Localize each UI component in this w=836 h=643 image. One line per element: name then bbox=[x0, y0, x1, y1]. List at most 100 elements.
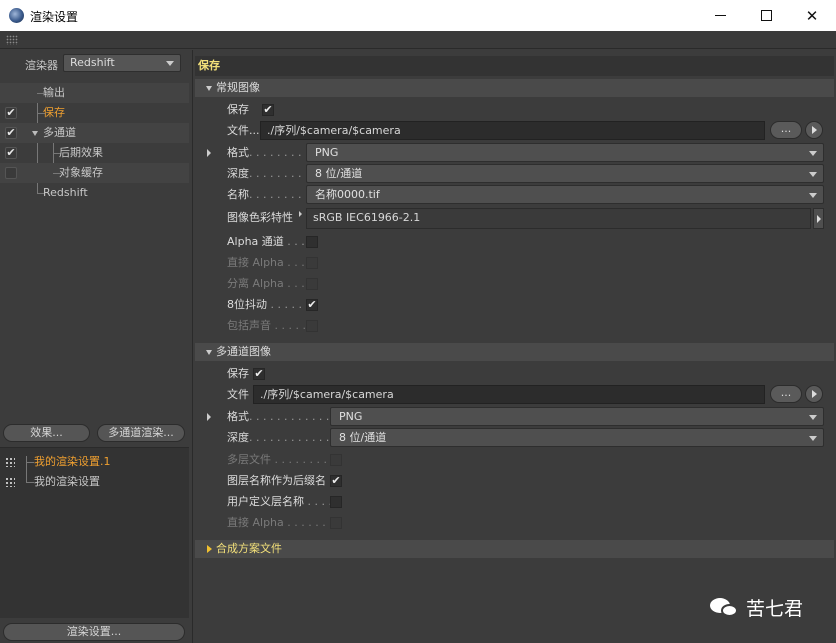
watermark-text: 苦七君 bbox=[746, 597, 804, 620]
grip-icon[interactable] bbox=[6, 35, 18, 45]
multipass-user-layer-row: 用户定义层名称 . . . . bbox=[193, 491, 833, 512]
minimize-icon[interactable] bbox=[697, 0, 743, 31]
section-title: 多通道图像 bbox=[216, 345, 271, 358]
collapse-triangle-icon[interactable] bbox=[206, 86, 212, 91]
field-label: 多层文件 . . . . . . . . . bbox=[227, 453, 334, 466]
tree-connector bbox=[26, 482, 34, 483]
multipass-file-arrow-button[interactable] bbox=[805, 385, 823, 403]
tree-item-output[interactable]: 输出 bbox=[0, 83, 189, 103]
multipass-render-button[interactable]: 多通道渲染... bbox=[97, 424, 185, 442]
alpha-channel-checkbox[interactable] bbox=[306, 236, 318, 248]
expand-triangle-icon[interactable] bbox=[32, 131, 38, 136]
field-label: Alpha 通道 . . . bbox=[227, 235, 305, 248]
regular-depth-dropdown[interactable]: 8 位/通道 bbox=[306, 164, 824, 183]
regular-file-path-input[interactable]: ./序列/$camera/$camera bbox=[260, 121, 765, 140]
tree-item-multipass[interactable]: ✔ 多通道 bbox=[0, 123, 189, 143]
tree-item-redshift[interactable]: Redshift bbox=[0, 183, 189, 203]
straight-alpha-checkbox[interactable] bbox=[306, 257, 318, 269]
field-label: 文件 bbox=[227, 388, 249, 401]
multipass-depth-dropdown[interactable]: 8 位/通道 bbox=[330, 428, 824, 447]
render-settings-button[interactable]: 渲染设置... bbox=[3, 623, 185, 641]
tree-item-checkbox[interactable]: ✔ bbox=[5, 107, 17, 119]
regular-alpha-row: Alpha 通道 . . . bbox=[193, 231, 833, 252]
layer-name-suffix-checkbox[interactable]: ✔ bbox=[330, 475, 342, 487]
tree-item-label: 输出 bbox=[43, 86, 65, 99]
multipass-file-path-input[interactable]: ./序列/$camera/$camera bbox=[253, 385, 765, 404]
regular-browse-button[interactable]: ... bbox=[770, 121, 802, 139]
regular-sound-row: 包括声音 . . . . . bbox=[193, 315, 833, 336]
tree-item-checkbox[interactable]: ✔ bbox=[5, 127, 17, 139]
render-setting-icon bbox=[5, 477, 15, 487]
right-panel: 保存 常规图像 保存 ✔ 文件... ./序列/$camera/$camera … bbox=[192, 50, 836, 643]
collapse-triangle-icon[interactable] bbox=[206, 350, 212, 355]
tree-item-post-effects[interactable]: ✔ 后期效果 bbox=[0, 143, 189, 163]
settings-tree: 输出 ✔ 保存 ✔ 多通道 ✔ 后期效果 对象缓存 Redshift bbox=[0, 83, 189, 203]
chevron-down-icon bbox=[166, 61, 174, 66]
field-label: 保存 bbox=[227, 103, 249, 116]
regular-file-arrow-button[interactable] bbox=[805, 121, 823, 139]
preset-item-my-render-settings-1[interactable]: 我的渲染设置.1 bbox=[0, 452, 189, 472]
close-icon[interactable]: ✕ bbox=[789, 0, 835, 31]
tree-item-checkbox[interactable] bbox=[5, 167, 17, 179]
regular-format-dropdown[interactable]: PNG bbox=[306, 143, 824, 162]
regular-color-profile-field[interactable]: sRGB IEC61966-2.1 bbox=[306, 208, 811, 229]
tree-connector bbox=[26, 456, 27, 483]
regular-name-dropdown[interactable]: 名称0000.tif bbox=[306, 185, 824, 204]
regular-depth-row: 深度. . . . . . . . . . . . 8 位/通道 bbox=[193, 163, 833, 184]
profile-expand-icon[interactable] bbox=[299, 211, 302, 217]
expand-triangle-icon[interactable] bbox=[207, 149, 211, 157]
user-layer-name-checkbox[interactable] bbox=[330, 496, 342, 508]
multipass-depth-row: 深度. . . . . . . . . . . . 8 位/通道 bbox=[193, 427, 833, 448]
multipass-save-checkbox[interactable]: ✔ bbox=[253, 368, 265, 380]
dither-checkbox[interactable]: ✔ bbox=[306, 299, 318, 311]
section-composite-header[interactable]: 合成方案文件 bbox=[195, 540, 834, 558]
multipass-browse-button[interactable]: ... bbox=[770, 385, 802, 403]
toolbar-grip-bar bbox=[0, 31, 836, 49]
tree-item-save[interactable]: ✔ 保存 bbox=[0, 103, 189, 123]
multipass-format-row: 格式. . . . . . . . . . . . PNG bbox=[193, 406, 833, 427]
section-title: 常规图像 bbox=[216, 81, 260, 94]
section-multipass-header[interactable]: 多通道图像 bbox=[195, 343, 834, 361]
render-setting-icon bbox=[5, 457, 15, 467]
multilayer-file-checkbox[interactable] bbox=[330, 454, 342, 466]
field-label: 图层名称作为后缀名 bbox=[227, 474, 326, 487]
tree-connector bbox=[26, 462, 34, 463]
field-label: 直接 Alpha . . . . . . . bbox=[227, 516, 333, 529]
regular-file-row: 文件... ./序列/$camera/$camera ... bbox=[193, 120, 833, 141]
renderer-dropdown[interactable]: Redshift bbox=[63, 54, 181, 72]
include-sound-checkbox[interactable] bbox=[306, 320, 318, 332]
regular-separate-alpha-row: 分离 Alpha . . . bbox=[193, 273, 833, 294]
tree-item-label: 多通道 bbox=[43, 126, 76, 139]
regular-format-row: 格式. . . . . . . . . . . . PNG bbox=[193, 142, 833, 163]
chevron-down-icon bbox=[809, 151, 817, 156]
preset-item-my-render-settings[interactable]: 我的渲染设置 bbox=[0, 472, 189, 492]
multipass-file-row: 文件 ./序列/$camera/$camera ... bbox=[193, 384, 833, 405]
expand-triangle-icon[interactable] bbox=[207, 545, 212, 553]
separate-alpha-checkbox[interactable] bbox=[306, 278, 318, 290]
field-label: 格式. . . . . . . . . . . . bbox=[227, 410, 330, 423]
section-regular-image-header[interactable]: 常规图像 bbox=[195, 79, 834, 97]
effects-button[interactable]: 效果... bbox=[3, 424, 90, 442]
maximize-icon[interactable] bbox=[743, 0, 789, 31]
watermark: 苦七君 bbox=[710, 594, 803, 620]
field-label: 分离 Alpha . . . bbox=[227, 277, 305, 290]
preset-label: 我的渲染设置 bbox=[34, 475, 100, 488]
page-title: 保存 bbox=[195, 56, 834, 76]
cinema4d-app-icon bbox=[9, 8, 24, 23]
tree-item-label: 对象缓存 bbox=[59, 166, 103, 179]
regular-name-row: 名称. . . . . . . . . . . . 名称0000.tif bbox=[193, 184, 833, 205]
tree-item-object-cache[interactable]: 对象缓存 bbox=[0, 163, 189, 183]
expand-triangle-icon[interactable] bbox=[207, 413, 211, 421]
multipass-format-dropdown[interactable]: PNG bbox=[330, 407, 824, 426]
multipass-straight-alpha-row: 直接 Alpha . . . . . . . bbox=[193, 512, 833, 533]
section-title: 合成方案文件 bbox=[216, 542, 282, 555]
regular-save-checkbox[interactable]: ✔ bbox=[262, 104, 274, 116]
multipass-straight-alpha-checkbox[interactable] bbox=[330, 517, 342, 529]
field-label: 保存 bbox=[227, 367, 249, 380]
wechat-icon bbox=[710, 596, 740, 618]
tree-item-checkbox[interactable]: ✔ bbox=[5, 147, 17, 159]
profile-menu-arrow-button[interactable] bbox=[813, 208, 824, 229]
chevron-down-icon bbox=[809, 436, 817, 441]
window-title: 渲染设置 bbox=[30, 10, 79, 24]
regular-dither-row: 8位抖动 . . . . . . ✔ bbox=[193, 294, 833, 315]
